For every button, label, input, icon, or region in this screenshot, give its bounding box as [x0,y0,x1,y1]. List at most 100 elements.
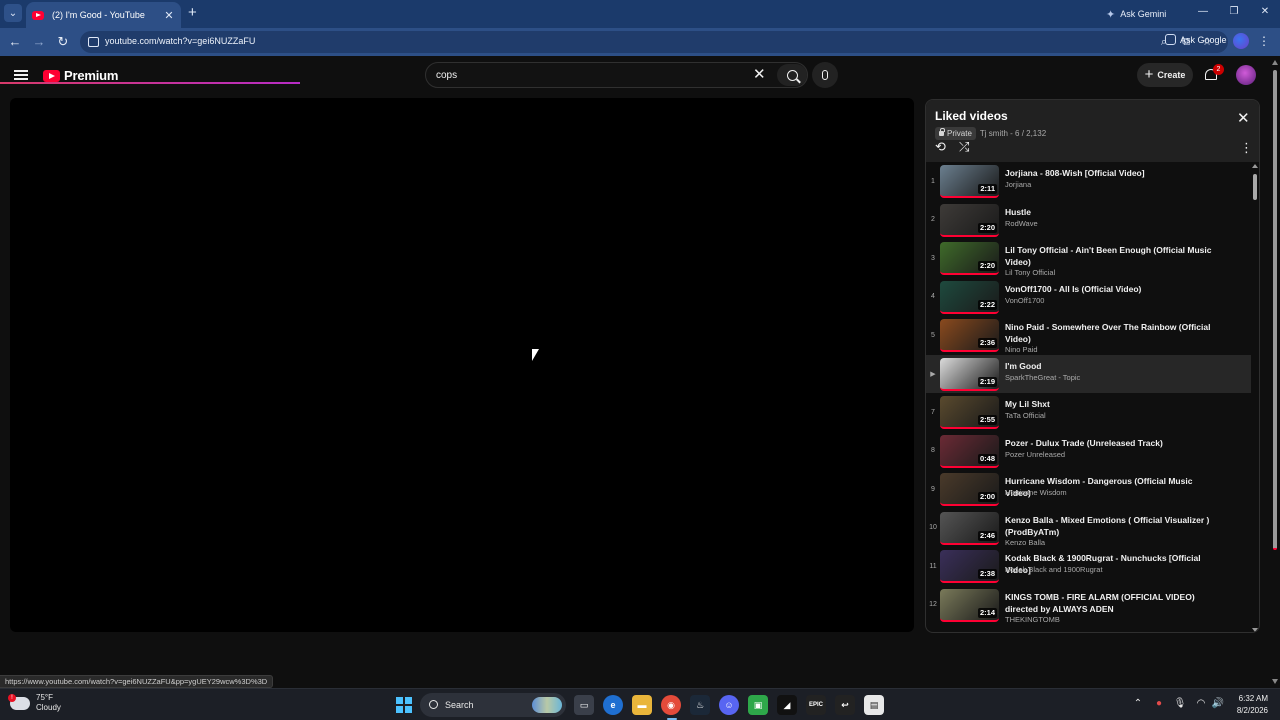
xbox-app-icon[interactable]: ▣ [748,695,768,715]
playlist-item[interactable]: ▶ 2:19 I'm Good SparkTheGreat - Topic [926,354,1251,393]
tab-search-icon[interactable]: ⌄ [4,4,22,22]
video-title[interactable]: Nino Paid - Somewhere Over The Rainbow (… [1005,321,1220,345]
video-title[interactable]: Pozer - Dulux Trade (Unreleased Track) [1005,437,1220,449]
playlist-item[interactable]: 9 2:00 Hurricane Wisdom - Dangerous (Offic… [926,470,1251,509]
video-thumbnail[interactable]: 2:46 [940,511,999,545]
search-button[interactable] [777,64,807,86]
playlist-item[interactable]: 7 2:55 My Lil Shxt TaTa Official [926,393,1251,432]
playlist-title[interactable]: Liked videos [935,109,1008,123]
install-app-icon[interactable]: ⧉ [1179,35,1193,49]
video-thumbnail[interactable]: 0:48 [940,434,999,468]
guide-menu-icon[interactable] [14,70,28,80]
video-thumbnail[interactable]: 2:19 [940,357,999,391]
video-title[interactable]: Jorjiana - 808-Wish [Official Video] [1005,167,1220,179]
page-scrollbar[interactable] [1270,56,1280,688]
playlist-item[interactable]: 3 2:20 Lil Tony Official - Ain't Been Enou… [926,239,1251,278]
playlist-item[interactable]: 4 2:22 VonOff1700 - All Is (Official Video… [926,278,1251,317]
notifications-button[interactable]: 2 [1204,64,1224,83]
video-thumbnail[interactable]: 2:20 [940,242,999,275]
playlist-scrollbar[interactable] [1251,162,1259,632]
ask-gemini-button[interactable]: ✦ Ask Gemini [1106,5,1166,23]
video-title[interactable]: Lil Tony Official - Ain't Been Enough (O… [1005,244,1220,268]
address-bar[interactable]: youtube.com/watch?v=gei6NUZZaFU Ask Goog… [80,31,1228,53]
video-player[interactable] [10,98,914,632]
browser-tab-active[interactable]: (2) I'm Good - YouTube ✕ [26,2,181,28]
search-input[interactable]: cops [436,70,457,81]
back-arrow-icon[interactable]: ← [7,34,23,50]
page-scrollbar-thumb[interactable] [1273,70,1277,550]
loop-playlist-icon[interactable]: ⟲ [935,140,946,154]
playlist-item[interactable]: 5 2:36 Nino Paid - Somewhere Over The Rain… [926,316,1251,355]
forward-arrow-icon[interactable]: → [31,34,47,50]
nvidia-icon[interactable]: ◢ [777,695,797,715]
voice-search-button[interactable] [812,62,838,88]
discord-icon[interactable]: ☺ [719,695,739,715]
playlist-item[interactable]: 1 2:11 Jorjiana - 808-Wish [Official Video… [926,162,1251,201]
edge-browser-icon[interactable]: e [603,695,623,715]
video-title[interactable]: KINGS TOMB - FIRE ALARM (OFFICIAL VIDEO)… [1005,591,1220,615]
scroll-down-icon[interactable] [1272,679,1278,684]
playlist-scroll-down-icon[interactable] [1252,628,1258,632]
video-thumbnail[interactable]: 2:55 [940,396,999,429]
minimize-icon[interactable]: — [1195,6,1211,17]
playlist-menu-icon[interactable]: ⋮ [1240,140,1253,156]
video-thumbnail[interactable]: 2:00 [940,473,999,506]
create-button[interactable]: + Create [1137,63,1193,87]
video-thumbnail[interactable]: 2:36 [940,319,999,352]
reload-icon[interactable]: ↻ [55,34,71,50]
url-text[interactable]: youtube.com/watch?v=gei6NUZZaFU [105,36,255,46]
video-title[interactable]: Kenzo Balla - Mixed Emotions ( Official … [1005,514,1220,538]
windows-start-icon[interactable] [396,697,412,713]
ask-google-button[interactable]: Ask Google [1165,34,1227,45]
chrome-menu-icon[interactable]: ⋮ [1258,34,1270,48]
video-title[interactable]: Hustle [1005,206,1220,218]
microphone-tray-icon[interactable]: 🎙 [1173,697,1187,711]
video-title[interactable]: I'm Good [1005,360,1220,372]
bookmark-star-icon[interactable]: ☆ [1200,35,1214,49]
playlist-header: Liked videos Private Tj smith - 6 / 2,13… [926,100,1259,162]
video-title[interactable]: VonOff1700 - All Is (Official Video) [1005,283,1220,295]
youtube-premium-logo[interactable]: Premium [43,68,118,83]
new-tab-icon[interactable]: + [188,5,197,21]
tab-close-icon[interactable]: ✕ [163,9,175,22]
zoom-icon[interactable]: ⌕ [1157,35,1171,49]
playlist-item[interactable]: 2 2:20 Hustle RodWave [926,201,1251,240]
steam-icon[interactable]: ♨ [690,695,710,715]
weather-widget[interactable]: ! 75°F Cloudy [8,693,61,713]
video-thumbnail[interactable]: 2:11 [940,165,999,198]
window-close-icon[interactable]: ✕ [1257,6,1273,17]
clear-search-icon[interactable]: ✕ [753,67,766,83]
playlist-item[interactable]: 12 2:14 KINGS TOMB - FIRE ALARM (OFFICIAL … [926,586,1251,625]
show-hidden-icons-chevron-icon[interactable]: ⌃ [1131,697,1145,711]
shuffle-icon[interactable]: ⤮ [959,140,969,154]
close-playlist-icon[interactable]: ✕ [1237,111,1250,127]
site-info-icon[interactable] [88,37,99,47]
playlist-item[interactable]: 10 2:46 Kenzo Balla - Mixed Emotions ( Off… [926,509,1251,548]
restore-icon[interactable]: ❐ [1226,6,1242,17]
system-clock[interactable]: 6:32 AM 8/2/2026 [1224,693,1268,717]
playlist-item[interactable]: 11 2:38 Kodak Black & 1900Rugrat - Nunchuc… [926,547,1251,586]
video-thumbnail[interactable]: 2:14 [940,588,999,622]
search-box[interactable]: cops ✕ [425,62,808,88]
link-status-bubble: https://www.youtube.com/watch?v=gei6NUZZ… [0,675,274,688]
video-title[interactable]: My Lil Shxt [1005,398,1220,410]
file-explorer-icon[interactable]: ▬ [632,695,652,715]
microsoft-store-icon[interactable]: ▤ [864,695,884,715]
video-thumbnail[interactable]: 2:22 [940,280,999,314]
playlist-item[interactable]: 8 0:48 Pozer - Dulux Trade (Unreleased Tra… [926,432,1251,471]
scroll-up-icon[interactable] [1272,60,1278,65]
wifi-icon[interactable]: ◠ [1194,697,1208,711]
security-tray-icon[interactable]: ● [1152,697,1166,711]
link-app-icon[interactable]: ↩ [835,695,855,715]
account-avatar[interactable] [1236,65,1256,85]
epic-games-icon[interactable]: EPIC [806,695,826,715]
volume-icon[interactable]: 🔊 [1211,697,1225,711]
video-thumbnail[interactable]: 2:38 [940,550,999,583]
task-view-icon[interactable]: ▭ [574,695,594,715]
chrome-profile-avatar[interactable] [1233,33,1249,49]
chrome-icon[interactable]: ◉ [661,695,681,715]
playlist-scrollbar-thumb[interactable] [1253,174,1257,200]
video-thumbnail[interactable]: 2:20 [940,203,999,237]
playlist-scroll-up-icon[interactable] [1252,164,1258,168]
taskbar-search[interactable]: Search [420,693,566,717]
